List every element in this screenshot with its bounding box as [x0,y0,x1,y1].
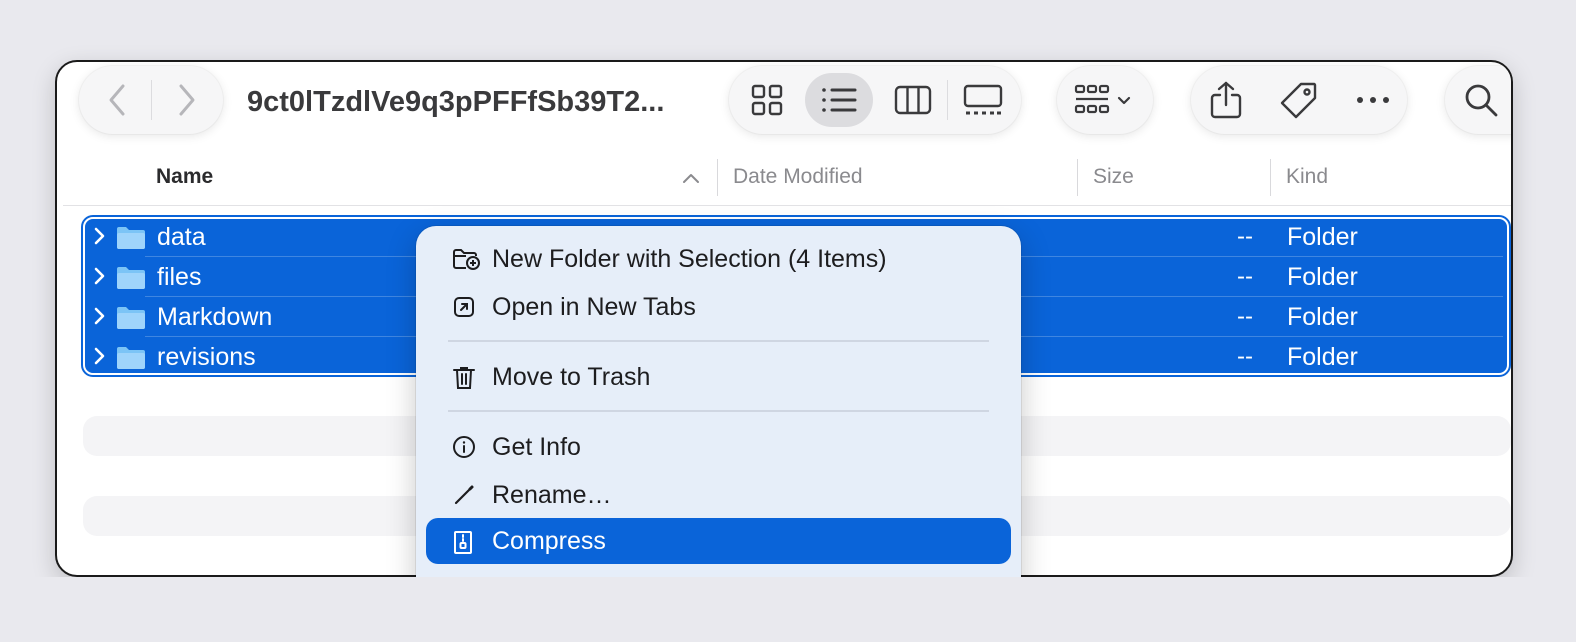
menu-item-open-in-new-tabs[interactable]: Open in New Tabs [426,284,1011,330]
column-header-kind[interactable]: Kind [1286,162,1328,192]
share-icon [1210,81,1242,119]
icon-view-button[interactable] [741,74,793,126]
folder-icon [117,347,145,369]
folder-icon [117,227,145,249]
file-kind: Folder [1287,263,1358,291]
file-kind: Folder [1287,223,1358,251]
file-size: -- [1237,223,1253,250]
header-separator [63,205,1511,206]
back-button[interactable] [93,76,141,124]
menu-item-label: Open in New Tabs [492,293,696,321]
column-divider[interactable] [1077,159,1078,196]
icon-view-icon [751,84,783,116]
view-divider [947,80,948,120]
column-header-size[interactable]: Size [1093,162,1134,192]
trash-icon [453,367,475,389]
search-group [1445,66,1511,134]
view-mode-group [729,66,1021,134]
search-icon [1465,84,1498,117]
share-button[interactable] [1201,74,1251,126]
disclosure-chevron-icon[interactable] [93,306,107,326]
file-kind: Folder [1287,303,1358,331]
menu-separator [448,410,989,412]
menu-item-new-folder-with-selection[interactable]: New Folder with Selection (4 Items) [426,236,1011,282]
folder-icon [117,307,145,329]
column-divider[interactable] [1270,159,1271,196]
forward-button[interactable] [163,76,211,124]
menu-item-compress[interactable]: Compress [426,518,1011,564]
more-icon [1357,97,1389,103]
group-by-group [1057,66,1153,134]
desktop-background [0,577,1576,642]
pencil-icon [454,485,474,505]
file-name: data [157,223,206,251]
file-kind: Folder [1287,343,1358,371]
column-header-date-modified[interactable]: Date Modified [733,162,863,192]
menu-item-label: Rename… [492,481,612,509]
open-tab-icon [454,297,474,317]
menu-item-rename[interactable]: Rename… [426,472,1011,518]
info-icon [453,436,475,458]
actions-group [1191,66,1407,134]
folder-icon [117,267,145,289]
file-name: revisions [157,343,256,371]
more-button[interactable] [1347,74,1399,126]
new-folder-icon [453,249,480,270]
search-button[interactable] [1455,74,1507,126]
menu-item-move-to-trash[interactable]: Move to Trash [426,354,1011,400]
navigation-group [79,66,223,134]
disclosure-chevron-icon[interactable] [93,226,107,246]
archive-icon [454,531,472,554]
file-size: -- [1237,303,1253,330]
tag-button[interactable] [1273,74,1325,126]
column-view-button[interactable] [887,74,939,126]
context-menu: New Folder with Selection (4 Items) Open… [416,226,1021,606]
menu-item-label: Compress [492,527,606,555]
tag-icon [1280,82,1317,119]
disclosure-chevron-icon[interactable] [93,346,107,366]
nav-divider [151,80,152,120]
menu-item-label: Move to Trash [492,363,651,391]
column-header-name[interactable]: Name [156,162,213,192]
gallery-view-icon [963,84,1003,115]
window-title: 9ct0lTzdlVe9q3pPFFfSb39T2... [247,86,665,118]
file-size: -- [1237,343,1253,370]
list-view-icon [822,88,857,112]
file-name: files [157,263,202,291]
sort-ascending-icon[interactable] [682,172,700,184]
column-view-icon [894,85,932,115]
group-by-button[interactable] [1069,74,1143,126]
list-view-button[interactable] [805,73,873,127]
disclosure-chevron-icon[interactable] [93,266,107,286]
gallery-view-button[interactable] [955,74,1011,126]
file-size: -- [1237,263,1253,290]
menu-item-label: Get Info [492,433,581,461]
menu-separator [448,340,989,342]
menu-item-get-info[interactable]: Get Info [426,424,1011,470]
chevron-left-icon [109,84,125,116]
menu-item-label: New Folder with Selection (4 Items) [492,245,887,273]
column-divider[interactable] [717,159,718,196]
group-by-icon [1074,84,1131,114]
chevron-right-icon [179,84,195,116]
file-name: Markdown [157,303,273,331]
